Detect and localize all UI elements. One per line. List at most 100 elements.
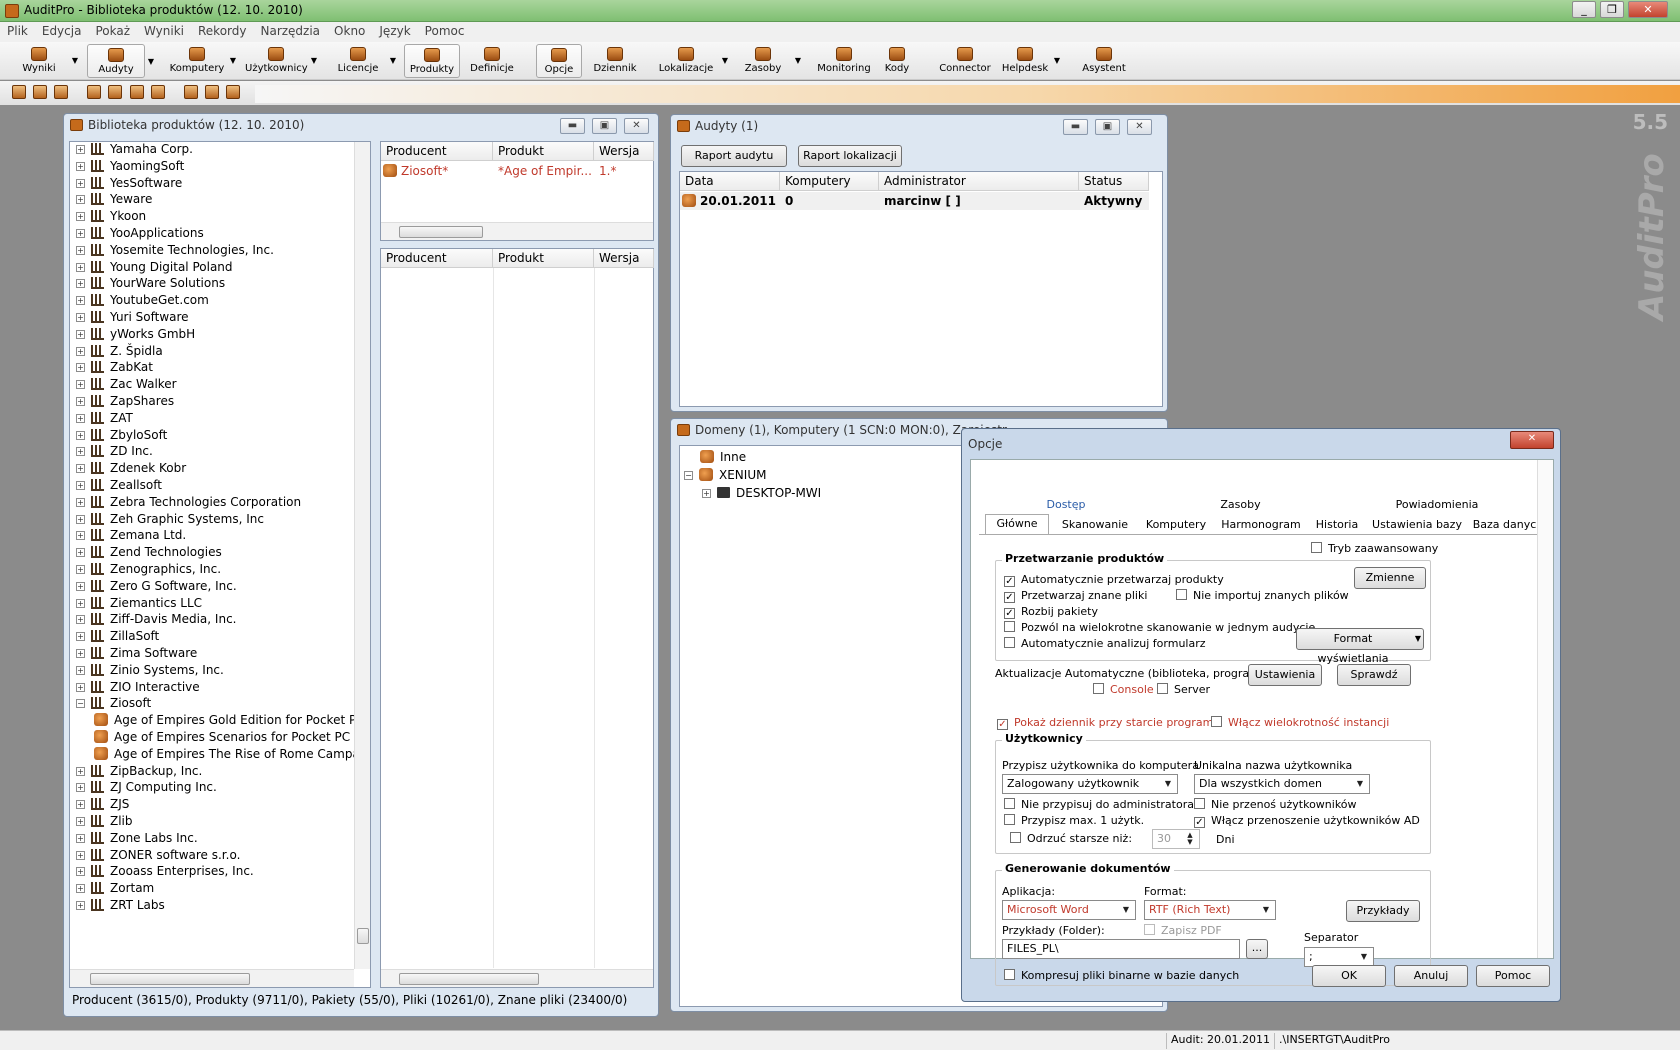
expand-icon[interactable]: + [76, 783, 85, 793]
tree-producer-item[interactable]: − Ziosoft [76, 696, 151, 714]
expand-icon[interactable]: + [76, 397, 85, 406]
tree-producer-item[interactable]: + Zinio Systems, Inc. [76, 663, 224, 681]
search-icon[interactable] [226, 85, 240, 99]
expand-icon[interactable]: + [76, 850, 85, 860]
expand-icon[interactable]: + [76, 329, 85, 339]
toolbar-button-15[interactable]: Asystent [1077, 44, 1131, 78]
toolbar-button-2[interactable]: Komputery ▼ [168, 44, 236, 78]
grid-bottom-hscroll[interactable] [381, 969, 653, 987]
tab-komputery[interactable]: Komputery [1137, 516, 1215, 534]
check-updates-button[interactable]: Sprawdź [1337, 664, 1411, 686]
max-one-checkbox[interactable]: Przypisz max. 1 użytk. [1004, 814, 1144, 827]
expand-icon[interactable]: + [76, 531, 85, 541]
menu-item-7[interactable]: Język [372, 22, 417, 38]
tree-producer-item[interactable]: + Zero G Software, Inc. [76, 579, 237, 597]
expand-icon[interactable]: + [76, 262, 85, 272]
tree-horizontal-scrollbar[interactable] [70, 969, 354, 987]
tree-item-inne[interactable]: Inne [700, 450, 746, 464]
toolbar-button-9[interactable]: Lokalizacje ▼ [654, 44, 728, 78]
tree-vertical-scrollbar[interactable] [354, 142, 370, 969]
console-checkbox[interactable]: Console [1093, 683, 1154, 696]
browse-button[interactable]: ... [1246, 939, 1268, 959]
product-row[interactable]: Ziosoft* *Age of Empir... 1.* [381, 162, 653, 180]
tree-producer-item[interactable]: + YourWare Solutions [76, 276, 225, 294]
toolbar-button-14[interactable]: Helpdesk ▼ [1000, 44, 1060, 78]
tree-producer-item[interactable]: + Ziemantics LLC [76, 596, 202, 614]
tree-item-xenium[interactable]: − XENIUM [684, 468, 766, 482]
tree-producer-item[interactable]: + Zlib [76, 814, 133, 832]
grid-top-hscroll[interactable] [381, 222, 653, 240]
toolbar-button-11[interactable]: Monitoring [813, 44, 875, 78]
server-checkbox[interactable]: Server [1157, 683, 1210, 696]
split-packages-checkbox[interactable]: ✓ Rozbij pakiety [1004, 605, 1098, 619]
close-button[interactable]: ✕ [1628, 1, 1668, 18]
tab-glowne[interactable]: Główne [985, 514, 1049, 534]
expand-icon[interactable]: + [76, 598, 85, 608]
expand-icon[interactable]: + [76, 481, 85, 490]
tab-zasoby[interactable]: Zasoby [1153, 496, 1328, 513]
tree-producer-item[interactable]: + Zooass Enterprises, Inc. [76, 864, 254, 882]
expand-icon[interactable]: + [76, 665, 85, 675]
separator-select[interactable]: ; ▼ [1304, 947, 1374, 967]
tree-producer-item[interactable]: + ZD Inc. [76, 444, 153, 462]
tree-producer-item[interactable]: + Zone Labs Inc. [76, 831, 198, 849]
toolbar-button-1[interactable]: Audyty ▼ [87, 44, 154, 78]
expand-icon[interactable]: + [76, 245, 85, 255]
tree-producer-item[interactable]: + ZillaSoft [76, 629, 159, 647]
tree-producer-item[interactable]: + Yosemite Technologies, Inc. [76, 243, 274, 261]
expand-icon[interactable]: + [76, 766, 85, 776]
col-producer[interactable]: Producent [381, 142, 493, 161]
tree-producer-item[interactable]: + Yeware [76, 192, 152, 210]
grid-icon[interactable] [87, 85, 101, 99]
tree-item-desktop[interactable]: + DESKTOP-MWI [702, 486, 821, 500]
import-icon[interactable] [33, 85, 47, 99]
unique-name-select[interactable]: Dla wszystkich domen ▼ [1194, 774, 1370, 794]
audits-close-button[interactable]: ✕ [1127, 119, 1152, 135]
export-icon[interactable] [12, 85, 26, 99]
expand-icon[interactable]: + [76, 413, 85, 423]
audits-maximize-button[interactable]: ▣ [1095, 119, 1120, 135]
no-move-checkbox[interactable]: Nie przenoś użytkowników [1194, 798, 1357, 811]
toolbar-button-6[interactable]: Definicje [465, 44, 519, 78]
grid-top-hscroll-thumb[interactable] [399, 226, 483, 238]
expand-icon[interactable]: + [76, 363, 85, 373]
expand-icon[interactable]: + [76, 279, 85, 289]
col-computers[interactable]: Komputery [780, 172, 879, 191]
help-button[interactable]: Pomoc [1476, 965, 1550, 987]
tree-producer-item[interactable]: + Yuri Software [76, 310, 189, 328]
col-status[interactable]: Status [1079, 172, 1149, 191]
tab-powiadomienia[interactable]: Powiadomienia [1328, 496, 1546, 513]
tree-producer-item[interactable]: + ZJS [76, 797, 129, 815]
tree-producer-item[interactable]: + YooApplications [76, 226, 204, 244]
col-administrator[interactable]: Administrator [879, 172, 1079, 191]
expand-icon[interactable]: + [76, 581, 85, 591]
days-input[interactable]: 30 ▲ ▼ [1152, 829, 1200, 849]
expand-icon[interactable]: + [76, 195, 85, 205]
expand-icon[interactable]: + [76, 430, 85, 440]
reject-older-checkbox[interactable]: Odrzuć starsze niż: [1010, 832, 1132, 845]
toolbar-button-7[interactable]: Opcje [536, 44, 582, 78]
library-maximize-button[interactable]: ▣ [592, 118, 617, 134]
tree-producer-item[interactable]: + ZRT Labs [76, 898, 165, 916]
tree-producer-item[interactable]: + Zebra Technologies Corporation [76, 495, 301, 513]
no-import-known-checkbox[interactable]: Nie importuj znanych plików [1176, 589, 1349, 602]
assign-user-select[interactable]: Zalogowany użytkownik ▼ [1002, 774, 1178, 794]
menu-item-8[interactable]: Pomoc [418, 22, 472, 38]
expand-icon[interactable]: + [76, 161, 85, 171]
multi-instance-checkbox[interactable]: Włącz wielokrotność instancji [1211, 716, 1389, 729]
ok-button[interactable]: OK [1312, 965, 1386, 987]
expand-icon[interactable]: + [76, 514, 85, 524]
maximize-button[interactable]: ❐ [1600, 1, 1624, 18]
tree-producer-item[interactable]: + yWorks GmbH [76, 327, 195, 345]
menu-item-2[interactable]: Pokaż [88, 22, 137, 38]
ad-move-checkbox[interactable]: ✓ Włącz przenoszenie użytkowników AD [1194, 814, 1420, 828]
toolbar-button-13[interactable]: Connector [935, 44, 995, 78]
options-scrollbar[interactable] [1537, 460, 1553, 958]
chevron-down-icon[interactable]: ▼ [1054, 56, 1060, 65]
tree-producer-item[interactable]: + ZIO Interactive [76, 680, 200, 698]
expand-icon[interactable]: + [76, 901, 85, 910]
col-date[interactable]: Data [680, 172, 780, 191]
menu-item-1[interactable]: Edycja [35, 22, 89, 38]
expand-icon[interactable]: + [76, 548, 85, 558]
folder-input[interactable]: FILES_PL\ [1002, 939, 1240, 959]
